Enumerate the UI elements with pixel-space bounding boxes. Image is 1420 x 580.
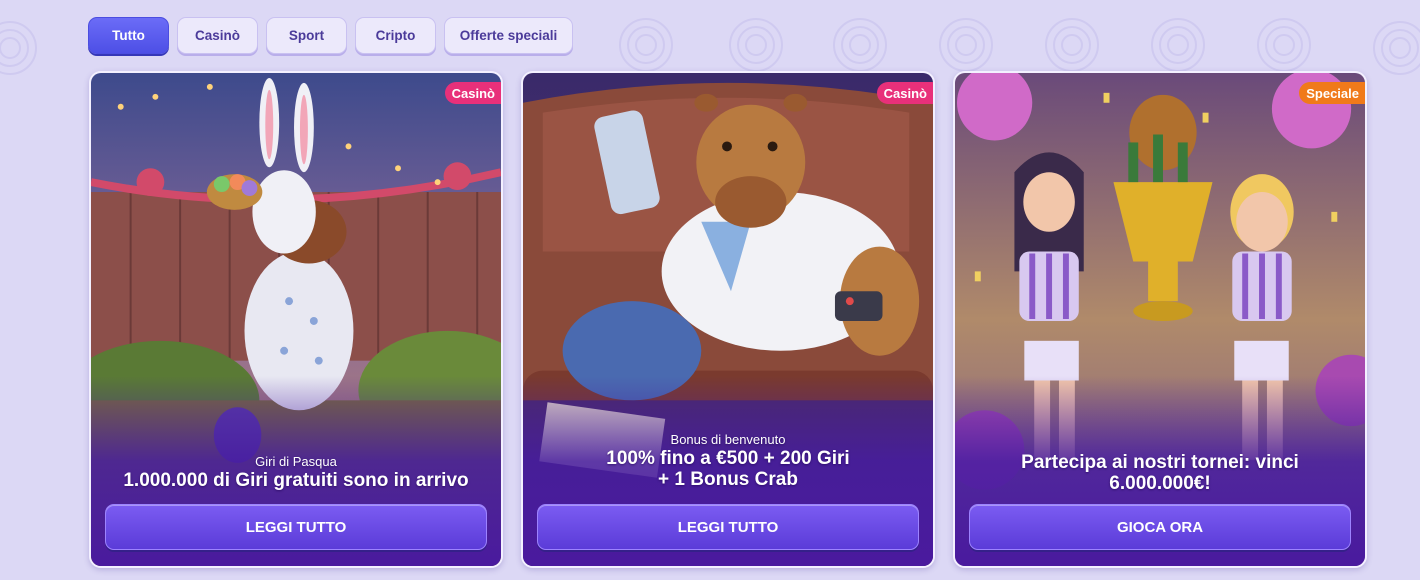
promotions-grid: Casinò Giri di Pasqua 1.000.000 di Giri … [89, 71, 1367, 568]
promo-card-tournaments[interactable]: Speciale Partecipa ai nostri tornei: vin… [953, 71, 1367, 568]
category-badge: Speciale [1299, 82, 1365, 104]
read-more-button[interactable]: LEGGI TUTTO [537, 504, 919, 550]
card-headline-line2: + 1 Bonus Crab [658, 469, 798, 490]
category-badge: Casinò [444, 82, 501, 104]
card-headline-line1: 100% fino a €500 + 200 Giri [606, 448, 850, 469]
read-more-button[interactable]: LEGGI TUTTO [105, 504, 487, 550]
category-badge: Casinò [876, 82, 933, 104]
card-text: Giri di Pasqua 1.000.000 di Giri gratuit… [101, 454, 491, 491]
filter-tab-special-offers[interactable]: Offerte speciali [444, 17, 573, 54]
filter-tab-casino[interactable]: Casinò [177, 17, 258, 54]
promo-card-welcome-bonus[interactable]: Casinò Bonus di benvenuto 100% fino a €5… [521, 71, 935, 568]
promo-card-easter-spins[interactable]: Casinò Giri di Pasqua 1.000.000 di Giri … [89, 71, 503, 568]
filter-tab-crypto[interactable]: Cripto [355, 17, 436, 54]
card-subtitle: Bonus di benvenuto [670, 432, 786, 447]
category-filter-bar: Tutto Casinò Sport Cripto Offerte specia… [88, 17, 573, 54]
filter-tab-sport[interactable]: Sport [266, 17, 347, 54]
card-subtitle: Giri di Pasqua [255, 454, 337, 469]
filter-tab-all[interactable]: Tutto [88, 17, 169, 54]
play-now-button[interactable]: GIOCA ORA [969, 504, 1351, 550]
card-headline-line1: Partecipa ai nostri tornei: vinci [1021, 452, 1299, 473]
card-headline-line2: 6.000.000€! [1109, 473, 1211, 494]
card-headline: 1.000.000 di Giri gratuiti sono in arriv… [123, 470, 469, 491]
card-text: Partecipa ai nostri tornei: vinci 6.000.… [965, 452, 1355, 494]
card-text: Bonus di benvenuto 100% fino a €500 + 20… [533, 432, 923, 490]
